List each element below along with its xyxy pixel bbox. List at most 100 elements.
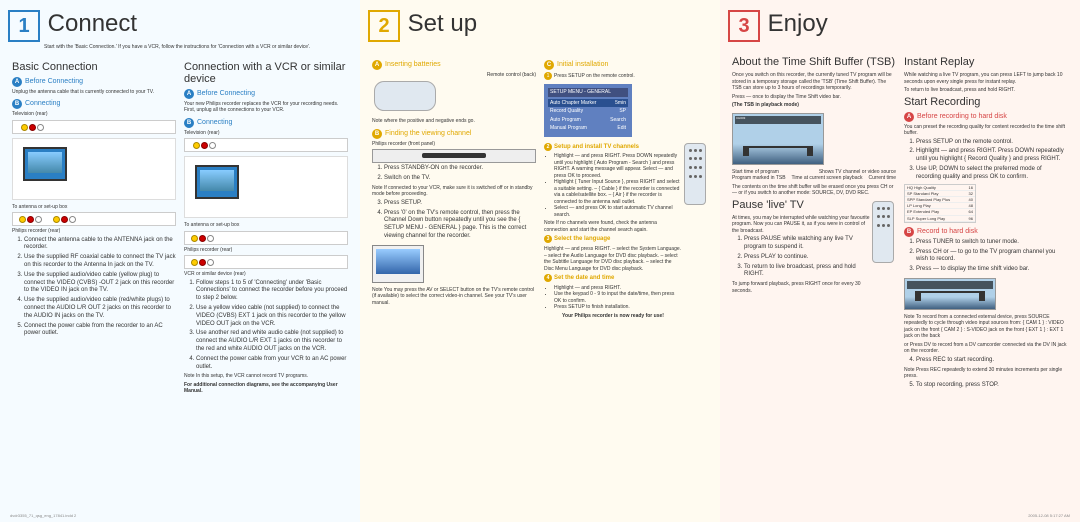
- ready-text: Your Philips recorder is now ready for u…: [544, 313, 682, 320]
- replay-heading: Instant Replay: [904, 56, 1068, 68]
- tsb-bar-icon: CH003: [735, 116, 821, 124]
- col1-subtitle: Start with the 'Basic Connection.' If yo…: [44, 44, 352, 51]
- page-root: 1 Connect Start with the 'Basic Connecti…: [0, 0, 1080, 522]
- sub2-note: Note If no channels were found, check th…: [544, 220, 682, 233]
- setup-b-tv-note: Note You may press the AV or SELECT butt…: [372, 287, 536, 307]
- setup-b-head: BFinding the viewing channel: [372, 129, 536, 139]
- pause-steps: Press PAUSE while watching any live TV p…: [732, 236, 870, 279]
- basic-steps: Connect the antenna cable to the ANTENNA…: [12, 237, 176, 339]
- sub4-title: 4Set the date and time: [544, 274, 682, 283]
- diagram-tv-label: Television (rear): [12, 111, 176, 118]
- basic-heading: Basic Connection: [12, 61, 176, 73]
- small-tv-icon: [372, 245, 424, 283]
- setup-b-steps2: Press SETUP. Press '0' on the TV's remot…: [372, 200, 536, 241]
- setup-a-head: AInserting batteries: [372, 60, 536, 70]
- recorder-rear-connectors: [12, 212, 176, 226]
- col1-header: 1 Connect: [8, 10, 352, 42]
- setup-menu-general: SETUP MENU - GENERAL Auto Chapter Marker…: [544, 84, 632, 137]
- remote-icon: [872, 201, 894, 263]
- battery-note: Note where the positive and negative end…: [372, 118, 536, 125]
- record-heading: Start Recording: [904, 96, 1068, 108]
- remote-sidebar: [682, 141, 708, 322]
- bridge-icon: [743, 146, 813, 156]
- record-b-head: BRecord to hard disk: [904, 227, 1068, 237]
- record-b-steps: Press TUNER to switch to tuner mode. Pre…: [904, 239, 1068, 274]
- remote-sidebar-2: [870, 199, 896, 297]
- col1-title: Connect: [48, 10, 137, 38]
- vcr-rec-label: Philips recorder (rear): [184, 247, 348, 254]
- setup-c-step1: 1Press SETUP on the remote control.: [544, 72, 708, 80]
- vcr-footer: For additional connection diagrams, see …: [184, 382, 348, 395]
- remote-back-icon: [374, 81, 436, 111]
- sub4-steps: Highlight — and press RIGHT. Use the key…: [544, 285, 682, 311]
- vcr-b-head: BConnecting: [184, 118, 348, 128]
- footer-right: 2005-12-08 5:17:27 AM: [1028, 513, 1070, 518]
- footer-left: dvdr3355_71_qsg_eng_17841.indd 2: [10, 513, 76, 518]
- basic-a-text: Unplug the antenna cable that is current…: [12, 89, 176, 96]
- record-a-steps: Press SETUP on the remote control. Highl…: [904, 139, 1068, 182]
- pause-heading: Pause 'live' TV: [732, 199, 870, 211]
- tsb-heading: About the Time Shift Buffer (TSB): [732, 56, 896, 68]
- vcr-a-text: Your new Philips recorder replaces the V…: [184, 101, 348, 114]
- step-number-2: 2: [368, 10, 400, 42]
- dvd-front-label: Philips recorder (front panel): [372, 141, 536, 148]
- tsb-p2: Press — once to display the Time Shift v…: [732, 94, 896, 101]
- vcr-note: Note In this setup, the VCR cannot recor…: [184, 373, 348, 380]
- menu-title: SETUP MENU - GENERAL: [548, 88, 628, 97]
- record-a-head: ABefore recording to hard disk: [904, 112, 1068, 122]
- rc-back-label: Remote control (back): [372, 72, 536, 79]
- tv-rear-connectors: [12, 120, 176, 134]
- tv-icon: [23, 147, 67, 181]
- setup-c-head: CInitial installation: [544, 60, 708, 70]
- vcr-rec-connectors: [184, 231, 348, 245]
- sub3-title: 3Select the language: [544, 235, 682, 244]
- diagram-rec-label: Philips recorder (rear): [12, 228, 176, 235]
- record-b-steps2: Press REC to start recording.: [904, 357, 1068, 365]
- pause-tip: To jump forward playback, press RIGHT on…: [732, 281, 870, 294]
- record-note-b: or Press DV to record from a DV camcorde…: [904, 342, 1068, 355]
- remote-icon: [684, 143, 706, 205]
- step-number-3: 3: [728, 10, 760, 42]
- vcr-device-connectors: [184, 255, 348, 269]
- column-setup: 2 Set up AInserting batteries Remote con…: [360, 0, 720, 522]
- step-number-1: 1: [8, 10, 40, 42]
- vcr-steps: Follow steps 1 to 5 of 'Connecting' unde…: [184, 280, 348, 372]
- vcr-ant-label: To antenna or set-up box: [184, 222, 348, 229]
- tv-icon: [195, 165, 239, 199]
- setup-b-steps: Press STANDBY-ON on the recorder. Switch…: [372, 165, 536, 183]
- record-quality-table: HQ High Quality16 SP Standard Play32 SPP…: [904, 184, 976, 223]
- vcr-vcr-label: VCR or similar device (rear): [184, 271, 348, 278]
- sub2-title: 2Setup and install TV channels: [544, 143, 682, 152]
- basic-wiring-diagram: [12, 138, 176, 200]
- record-thumbnail: [904, 278, 996, 310]
- tsb-thumbnail: CH003: [732, 113, 824, 165]
- col3-header: 3 Enjoy: [728, 10, 1072, 42]
- column-enjoy: 3 Enjoy About the Time Shift Buffer (TSB…: [720, 0, 1080, 522]
- replay-p1: While watching a live TV program, you ca…: [904, 72, 1068, 85]
- tsb-bar-title: (The TSB in playback mode): [732, 102, 896, 109]
- basic-a-head: ABefore Connecting: [12, 77, 176, 87]
- vcr-tv-label: Television (rear): [184, 130, 348, 137]
- setup-b-vcr-note: Note If connected to your VCR, make sure…: [372, 185, 536, 198]
- basic-connection-section: Basic Connection ABefore Connecting Unpl…: [8, 61, 180, 397]
- record-note-c: Note Press REC repeatedly to extend 30 m…: [904, 367, 1068, 380]
- record-a-p1: You can preset the recording quality for…: [904, 124, 1068, 137]
- vcr-heading: Connection with a VCR or similar device: [184, 61, 348, 85]
- vcr-connection-section: Connection with a VCR or similar device …: [180, 61, 352, 397]
- sub2-steps: Highlight — and press RIGHT. Press DOWN …: [544, 153, 682, 218]
- column-connect: 1 Connect Start with the 'Basic Connecti…: [0, 0, 360, 522]
- tsb-p3: The contents on the time shift buffer wi…: [732, 184, 896, 197]
- pause-p1: At times, you may be interrupted while w…: [732, 215, 870, 235]
- sub3-step: Highlight — and press RIGHT. – select th…: [544, 246, 682, 272]
- vcr-tv-connectors: [184, 138, 348, 152]
- dvd-front-icon: [372, 149, 536, 163]
- diagram-ant-label: To antenna or set-up box: [12, 204, 176, 211]
- tsb-p1: Once you switch on this recorder, the cu…: [732, 72, 896, 92]
- col2-title: Set up: [408, 10, 477, 38]
- replay-p2: To return to live broadcast, press and h…: [904, 87, 1068, 94]
- vcr-a-head: ABefore Connecting: [184, 89, 348, 99]
- col2-header: 2 Set up: [368, 10, 712, 42]
- vcr-wiring-diagram: [184, 156, 348, 218]
- record-note-a: Note To record from a connected external…: [904, 314, 1068, 340]
- basic-b-head: BConnecting: [12, 99, 176, 109]
